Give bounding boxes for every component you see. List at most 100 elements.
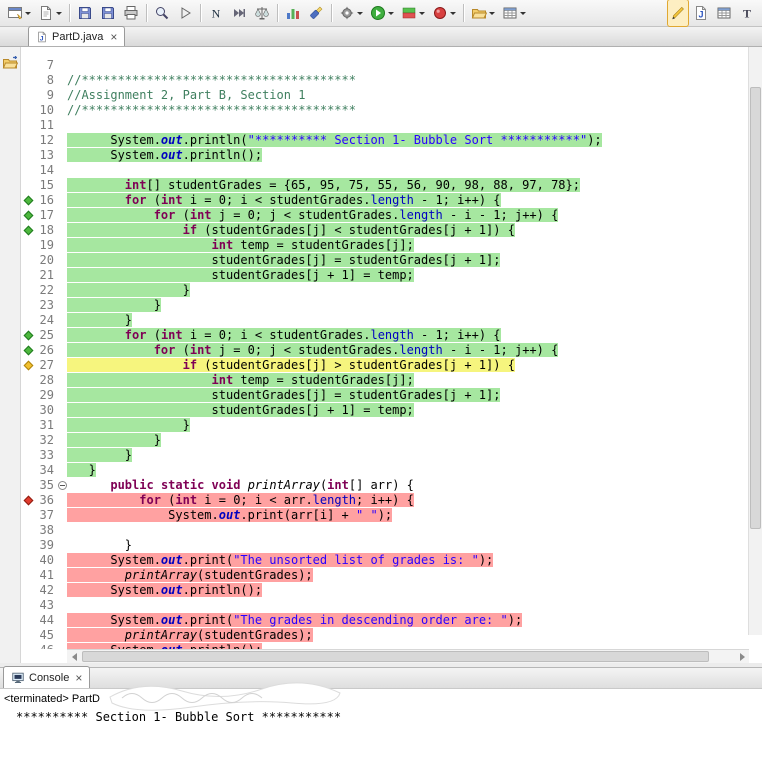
code-line-11[interactable]: 11 xyxy=(21,118,762,133)
code-line-41[interactable]: 41 printArray(studentGrades); xyxy=(21,568,762,583)
tab-console[interactable]: Console × xyxy=(3,666,91,688)
code-line-44[interactable]: 44 System.out.print("The grades in desce… xyxy=(21,613,762,628)
coverage-yellow-diamond-icon xyxy=(23,360,34,370)
editor-area: 7 8 //************************************… xyxy=(0,47,762,663)
code-editor[interactable]: 7 8 //************************************… xyxy=(21,47,762,663)
code-line-42[interactable]: 42 System.out.println(); xyxy=(21,583,762,598)
code-line-43[interactable]: 43 xyxy=(21,598,762,613)
dropdown-arrow-icon[interactable] xyxy=(489,11,495,15)
code-line-33[interactable]: 33 } xyxy=(21,448,762,463)
toolbar-run-button[interactable] xyxy=(367,0,397,27)
toolbar-highlighter-button[interactable] xyxy=(667,0,689,27)
toolbar-new-wizard-button[interactable] xyxy=(4,0,34,27)
code-line-24[interactable]: 24 } xyxy=(21,313,762,328)
dropdown-arrow-icon[interactable] xyxy=(25,11,31,15)
code-line-22[interactable]: 22 } xyxy=(21,283,762,298)
vertical-scrollbar[interactable] xyxy=(748,47,762,635)
annotation-ruler-cell xyxy=(21,508,37,523)
code-line-45[interactable]: 45 printArray(studentGrades); xyxy=(21,628,762,643)
code-line-12[interactable]: 12 System.out.println("********** Sectio… xyxy=(21,133,762,148)
console-tab-label: Console xyxy=(29,671,70,684)
collapse-minus-icon[interactable] xyxy=(58,481,67,490)
fold-ruler-cell xyxy=(57,583,67,598)
console-tab-bar: Console × xyxy=(0,666,762,689)
code-line-27[interactable]: 27 if (studentGrades[j] > studentGrades[… xyxy=(21,358,762,373)
code-line-9[interactable]: 9 //Assignment 2, Part B, Section 1 xyxy=(21,88,762,103)
toolbar-open-folder-button[interactable] xyxy=(468,0,498,27)
coverage-green-diamond-icon xyxy=(23,195,34,205)
package-explorer-folder-icon[interactable] xyxy=(2,55,18,71)
code-viewport[interactable]: 7 8 //************************************… xyxy=(21,47,762,649)
toolbar-magnifier-button[interactable] xyxy=(151,0,173,27)
toolbar-profile-button[interactable] xyxy=(429,0,459,27)
scroll-right-arrow-icon[interactable] xyxy=(735,650,749,663)
toolbar-java-file-button[interactable]: J xyxy=(690,0,712,27)
tab-partd-java[interactable]: J PartD.java × xyxy=(28,26,126,46)
scroll-left-arrow-icon[interactable] xyxy=(67,650,81,663)
code-line-18[interactable]: 18 if (studentGrades[j] < studentGrades[… xyxy=(21,223,762,238)
toolbar-new-file-button[interactable] xyxy=(35,0,65,27)
code-line-23[interactable]: 23 } xyxy=(21,298,762,313)
code-line-21[interactable]: 21 studentGrades[j + 1] = temp; xyxy=(21,268,762,283)
line-number: 9 xyxy=(46,88,54,102)
toolbar-separator xyxy=(200,4,201,22)
code-text: System.out.println(); xyxy=(67,583,263,597)
code-line-31[interactable]: 31 } xyxy=(21,418,762,433)
annotation-ruler-cell xyxy=(21,208,37,223)
tab-close-icon[interactable]: × xyxy=(110,31,117,43)
code-line-15[interactable]: 15 int[] studentGrades = {65, 95, 75, 55… xyxy=(21,178,762,193)
vertical-scrollbar-thumb[interactable] xyxy=(750,87,761,529)
code-line-39[interactable]: 39 } xyxy=(21,538,762,553)
code-line-8[interactable]: 8 //*************************************… xyxy=(21,73,762,88)
console-tab-close-icon[interactable]: × xyxy=(75,672,82,684)
coverage-green-diamond-icon xyxy=(23,345,34,355)
annotation-ruler-cell xyxy=(21,463,37,478)
code-line-32[interactable]: 32 } xyxy=(21,433,762,448)
toolbar-flashlight-search-button[interactable] xyxy=(305,0,327,27)
code-line-34[interactable]: 34 } xyxy=(21,463,762,478)
dropdown-arrow-icon[interactable] xyxy=(419,11,425,15)
code-line-40[interactable]: 40 System.out.print("The unsorted list o… xyxy=(21,553,762,568)
toolbar-print-button[interactable] xyxy=(120,0,142,27)
toolbar-external-tools-button[interactable] xyxy=(336,0,366,27)
annotation-ruler-cell xyxy=(21,118,37,133)
horizontal-scrollbar-thumb[interactable] xyxy=(82,651,709,662)
toolbar-coverage-button[interactable] xyxy=(398,0,428,27)
dropdown-arrow-icon[interactable] xyxy=(520,11,526,15)
dropdown-arrow-icon[interactable] xyxy=(357,11,363,15)
horizontal-scrollbar[interactable] xyxy=(67,649,749,663)
code-line-26[interactable]: 26 for (int j = 0; j < studentGrades.len… xyxy=(21,343,762,358)
code-line-28[interactable]: 28 int temp = studentGrades[j]; xyxy=(21,373,762,388)
code-line-14[interactable]: 14 xyxy=(21,163,762,178)
dropdown-arrow-icon[interactable] xyxy=(450,11,456,15)
toolbar-run-last-button[interactable] xyxy=(174,0,196,27)
annotation-ruler-cell xyxy=(21,163,37,178)
code-line-10[interactable]: 10 //************************************… xyxy=(21,103,762,118)
code-line-13[interactable]: 13 System.out.println(); xyxy=(21,148,762,163)
toolbar-scales-button[interactable] xyxy=(251,0,273,27)
code-line-19[interactable]: 19 int temp = studentGrades[j]; xyxy=(21,238,762,253)
code-line-7[interactable]: 7 xyxy=(21,58,762,73)
toolbar-table-button[interactable] xyxy=(713,0,735,27)
toolbar-letter-n-button[interactable]: N xyxy=(205,0,227,27)
code-line-20[interactable]: 20 studentGrades[j] = studentGrades[j + … xyxy=(21,253,762,268)
toolbar-chart-button[interactable] xyxy=(282,0,304,27)
code-line-16[interactable]: 16 for (int i = 0; i < studentGrades.len… xyxy=(21,193,762,208)
save-all-icon xyxy=(100,5,116,21)
code-text: studentGrades[j + 1] = temp; xyxy=(67,403,414,417)
toolbar-open-table-button[interactable] xyxy=(499,0,529,27)
code-line-35[interactable]: 35 public static void printArray(int[] a… xyxy=(21,478,762,493)
code-line-30[interactable]: 30 studentGrades[j + 1] = temp; xyxy=(21,403,762,418)
toolbar-letter-t-button[interactable]: T xyxy=(736,0,758,27)
toolbar-save-all-button[interactable] xyxy=(97,0,119,27)
code-line-25[interactable]: 25 for (int i = 0; i < studentGrades.len… xyxy=(21,328,762,343)
code-line-37[interactable]: 37 System.out.print(arr[i] + " "); xyxy=(21,508,762,523)
toolbar-save-button[interactable] xyxy=(74,0,96,27)
code-line-38[interactable]: 38 xyxy=(21,523,762,538)
code-line-17[interactable]: 17 for (int j = 0; j < studentGrades.len… xyxy=(21,208,762,223)
dropdown-arrow-icon[interactable] xyxy=(56,11,62,15)
code-line-29[interactable]: 29 studentGrades[j] = studentGrades[j + … xyxy=(21,388,762,403)
dropdown-arrow-icon[interactable] xyxy=(388,11,394,15)
toolbar-fast-forward-button[interactable] xyxy=(228,0,250,27)
code-line-36[interactable]: 36 for (int i = 0; i < arr.length; i++) … xyxy=(21,493,762,508)
